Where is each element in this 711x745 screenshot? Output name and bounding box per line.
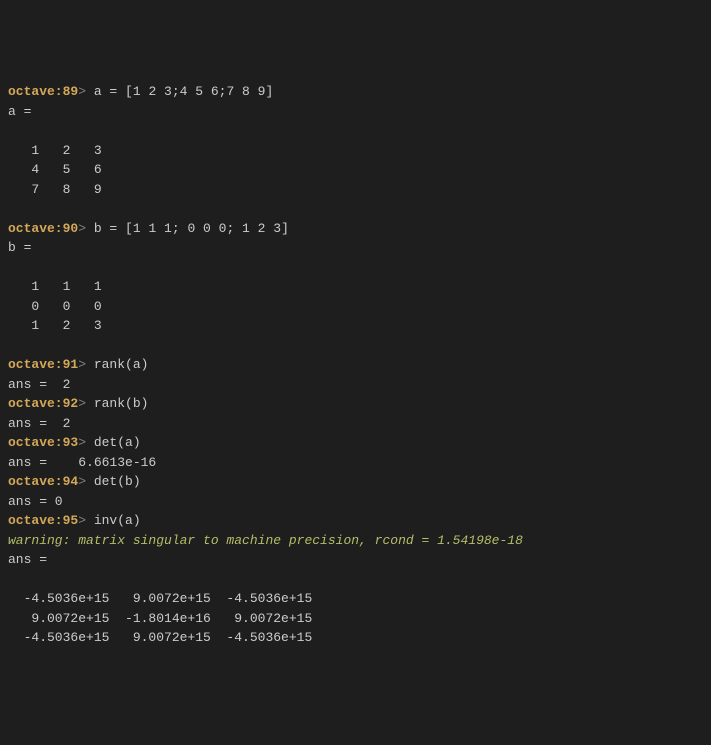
- prompt-number: 92: [63, 396, 79, 411]
- prompt-gt: >: [78, 474, 86, 489]
- output-text: 4 5 6: [8, 162, 102, 177]
- terminal-line: [8, 121, 703, 141]
- terminal-line: [8, 199, 703, 219]
- terminal-line: octave:91> rank(a): [8, 355, 703, 375]
- terminal-line: octave:94> det(b): [8, 472, 703, 492]
- terminal-line: ans = 0: [8, 492, 703, 512]
- prompt-number: 89: [63, 84, 79, 99]
- command-text: rank(b): [86, 396, 148, 411]
- prompt-number: 94: [63, 474, 79, 489]
- terminal-line: [8, 570, 703, 590]
- terminal-line: 7 8 9: [8, 180, 703, 200]
- prompt-gt: >: [78, 357, 86, 372]
- prompt-number: 95: [63, 513, 79, 528]
- terminal-line: ans = 6.6613e-16: [8, 453, 703, 473]
- prompt-gt: >: [78, 221, 86, 236]
- terminal-line: 1 2 3: [8, 316, 703, 336]
- prompt-gt: >: [78, 435, 86, 450]
- output-text: 1 2 3: [8, 143, 102, 158]
- terminal-line: 9.0072e+15 -1.8014e+16 9.0072e+15: [8, 609, 703, 629]
- output-text: ans = 2: [8, 416, 70, 431]
- terminal-line: -4.5036e+15 9.0072e+15 -4.5036e+15: [8, 628, 703, 648]
- terminal-line: octave:95> inv(a): [8, 511, 703, 531]
- terminal-line: 4 5 6: [8, 160, 703, 180]
- command-text: rank(a): [86, 357, 148, 372]
- output-text: b =: [8, 240, 31, 255]
- prompt-gt: >: [78, 84, 86, 99]
- output-text: -4.5036e+15 9.0072e+15 -4.5036e+15: [8, 630, 312, 645]
- terminal-line: octave:92> rank(b): [8, 394, 703, 414]
- output-text: a =: [8, 104, 31, 119]
- prompt-number: 90: [63, 221, 79, 236]
- terminal-line: octave:90> b = [1 1 1; 0 0 0; 1 2 3]: [8, 219, 703, 239]
- prompt-gt: >: [78, 396, 86, 411]
- output-text: 1 1 1: [8, 279, 102, 294]
- prompt-number: 91: [63, 357, 79, 372]
- output-text: 0 0 0: [8, 299, 102, 314]
- prompt-name: octave:: [8, 396, 63, 411]
- terminal-line: 0 0 0: [8, 297, 703, 317]
- output-text: -4.5036e+15 9.0072e+15 -4.5036e+15: [8, 591, 312, 606]
- command-text: det(b): [86, 474, 141, 489]
- terminal-line: octave:89> a = [1 2 3;4 5 6;7 8 9]: [8, 82, 703, 102]
- terminal-output[interactable]: octave:89> a = [1 2 3;4 5 6;7 8 9]a = 1 …: [8, 82, 703, 648]
- prompt-name: octave:: [8, 513, 63, 528]
- terminal-line: octave:93> det(a): [8, 433, 703, 453]
- output-text: ans = 6.6613e-16: [8, 455, 156, 470]
- prompt-name: octave:: [8, 84, 63, 99]
- prompt-name: octave:: [8, 435, 63, 450]
- prompt-gt: >: [78, 513, 86, 528]
- output-text: 9.0072e+15 -1.8014e+16 9.0072e+15: [8, 611, 312, 626]
- prompt-name: octave:: [8, 221, 63, 236]
- prompt-number: 93: [63, 435, 79, 450]
- command-text: b = [1 1 1; 0 0 0; 1 2 3]: [86, 221, 289, 236]
- command-text: det(a): [86, 435, 141, 450]
- prompt-name: octave:: [8, 474, 63, 489]
- output-text: ans = 0: [8, 494, 63, 509]
- terminal-line: warning: matrix singular to machine prec…: [8, 531, 703, 551]
- output-text: ans = 2: [8, 377, 70, 392]
- terminal-line: 1 2 3: [8, 141, 703, 161]
- terminal-line: b =: [8, 238, 703, 258]
- terminal-line: -4.5036e+15 9.0072e+15 -4.5036e+15: [8, 589, 703, 609]
- terminal-line: ans = 2: [8, 375, 703, 395]
- command-text: inv(a): [86, 513, 141, 528]
- warning-text: warning: matrix singular to machine prec…: [8, 533, 523, 548]
- terminal-line: a =: [8, 102, 703, 122]
- terminal-line: ans = 2: [8, 414, 703, 434]
- prompt-name: octave:: [8, 357, 63, 372]
- output-text: 7 8 9: [8, 182, 102, 197]
- terminal-line: ans =: [8, 550, 703, 570]
- terminal-line: [8, 336, 703, 356]
- terminal-line: 1 1 1: [8, 277, 703, 297]
- command-text: a = [1 2 3;4 5 6;7 8 9]: [86, 84, 273, 99]
- terminal-line: [8, 258, 703, 278]
- output-text: 1 2 3: [8, 318, 102, 333]
- output-text: ans =: [8, 552, 47, 567]
